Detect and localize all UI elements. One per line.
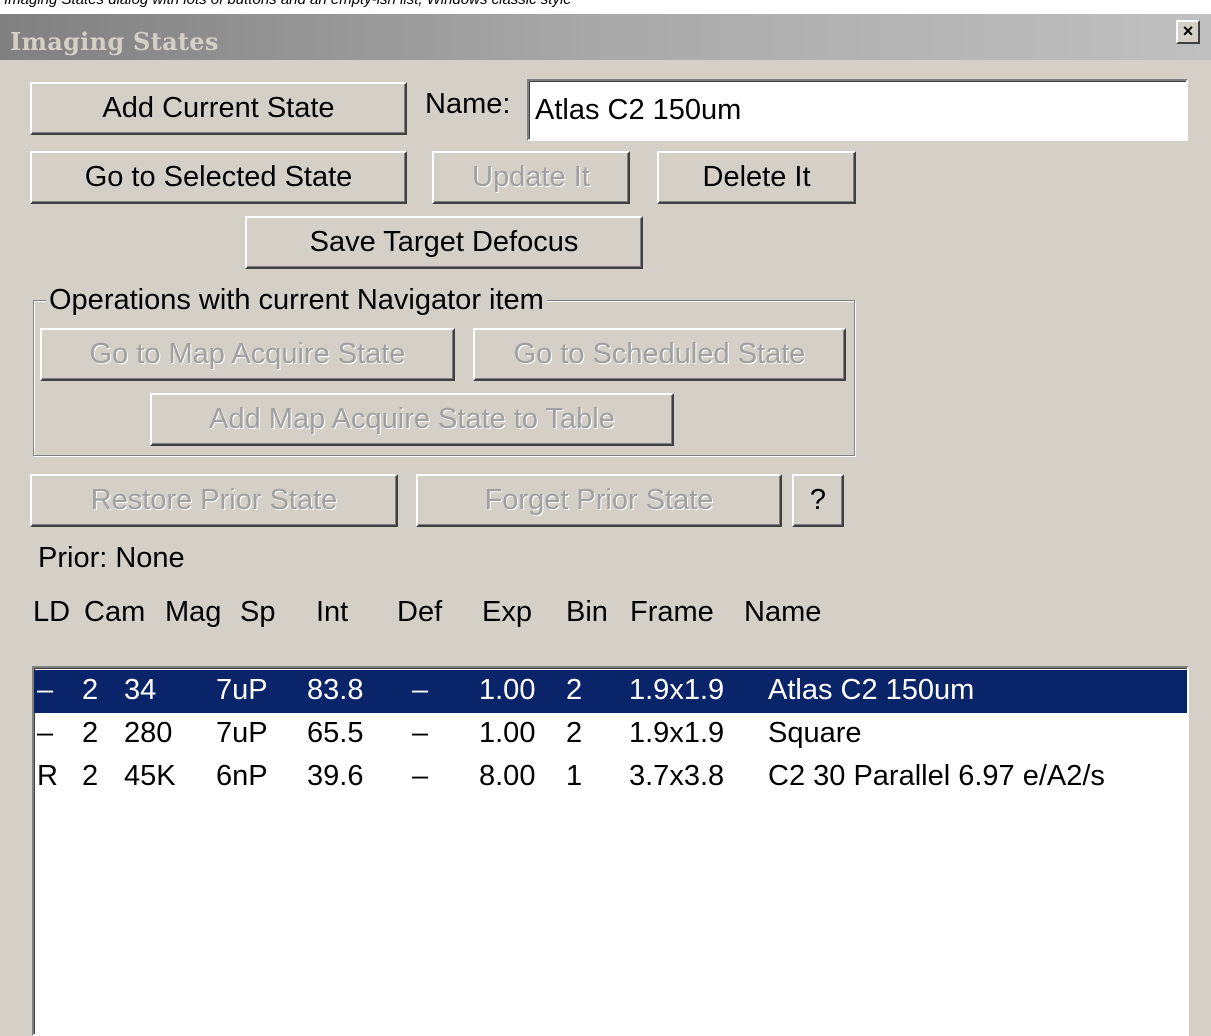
cell-mag: 280 <box>124 717 173 749</box>
title-bar[interactable]: Imaging States × <box>0 14 1211 60</box>
cell-ld: – <box>37 717 54 749</box>
go-to-map-acquire-state-button[interactable]: Go to Map Acquire State <box>40 328 455 381</box>
navigator-group-label: Operations with current Navigator item <box>46 284 547 317</box>
name-label: Name: <box>425 88 511 120</box>
cell-mag: 45K <box>124 760 176 792</box>
cell-def: – <box>412 674 429 706</box>
cell-def: – <box>412 717 429 749</box>
cell-name: C2 30 Parallel 6.97 e/A2/s <box>768 760 1105 792</box>
page-top-strip: Imaging States dialog with lots of butto… <box>0 0 1211 14</box>
table-row[interactable]: R 2 45K 6nP 39.6 – 8.00 1 3.7x3.8 C2 30 … <box>34 756 1187 799</box>
cell-sp: 7uP <box>216 674 268 706</box>
add-current-state-button[interactable]: Add Current State <box>30 82 407 135</box>
cell-bin: 1 <box>566 760 583 792</box>
close-icon[interactable]: × <box>1176 20 1200 44</box>
cell-cam: 2 <box>82 760 99 792</box>
cell-name: Atlas C2 150um <box>768 674 975 706</box>
cell-def: – <box>412 760 429 792</box>
column-header-ld: LD <box>33 596 71 628</box>
column-header-frame: Frame <box>630 596 714 628</box>
add-map-acquire-state-to-table-button[interactable]: Add Map Acquire State to Table <box>150 393 674 446</box>
page-top-text: Imaging States dialog with lots of butto… <box>4 0 572 8</box>
update-it-button[interactable]: Update It <box>432 151 630 204</box>
column-header-cam: Cam <box>84 596 146 628</box>
help-button[interactable]: ? <box>792 474 844 527</box>
cell-bin: 2 <box>566 674 583 706</box>
cell-cam: 2 <box>82 717 99 749</box>
cell-exp: 8.00 <box>479 760 536 792</box>
cell-sp: 7uP <box>216 717 268 749</box>
cell-name: Square <box>768 717 862 749</box>
go-to-selected-state-button[interactable]: Go to Selected State <box>30 151 407 204</box>
column-header-mag: Mag <box>165 596 222 628</box>
save-target-defocus-button[interactable]: Save Target Defocus <box>245 216 643 269</box>
column-header-def: Def <box>397 596 443 628</box>
cell-frame: 3.7x3.8 <box>629 760 725 792</box>
cell-bin: 2 <box>566 717 583 749</box>
cell-exp: 1.00 <box>479 674 536 706</box>
go-to-scheduled-state-button[interactable]: Go to Scheduled State <box>473 328 846 381</box>
cell-sp: 6nP <box>216 760 268 792</box>
column-header-name: Name <box>744 596 822 628</box>
table-row[interactable]: – 2 280 7uP 65.5 – 1.00 2 1.9x1.9 Square <box>34 713 1187 756</box>
column-header-int: Int <box>316 596 349 628</box>
states-list[interactable]: – 2 34 7uP 83.8 – 1.00 2 1.9x1.9 Atlas C… <box>32 666 1189 1036</box>
prior-state-text: Prior: None <box>38 542 185 574</box>
cell-mag: 34 <box>124 674 157 706</box>
delete-it-button[interactable]: Delete It <box>657 151 856 204</box>
restore-prior-state-button[interactable]: Restore Prior State <box>30 474 398 527</box>
cell-int: 39.6 <box>307 760 364 792</box>
window-title: Imaging States <box>10 27 219 56</box>
cell-ld: R <box>37 760 58 792</box>
cell-frame: 1.9x1.9 <box>629 717 725 749</box>
name-input[interactable] <box>527 79 1188 141</box>
cell-exp: 1.00 <box>479 717 536 749</box>
column-header-sp: Sp <box>240 596 276 628</box>
table-row[interactable]: – 2 34 7uP 83.8 – 1.00 2 1.9x1.9 Atlas C… <box>34 670 1187 713</box>
cell-cam: 2 <box>82 674 99 706</box>
cell-frame: 1.9x1.9 <box>629 674 725 706</box>
cell-int: 83.8 <box>307 674 364 706</box>
cell-int: 65.5 <box>307 717 364 749</box>
cell-ld: – <box>37 674 54 706</box>
column-header-exp: Exp <box>482 596 532 628</box>
forget-prior-state-button[interactable]: Forget Prior State <box>416 474 782 527</box>
column-header-bin: Bin <box>566 596 608 628</box>
